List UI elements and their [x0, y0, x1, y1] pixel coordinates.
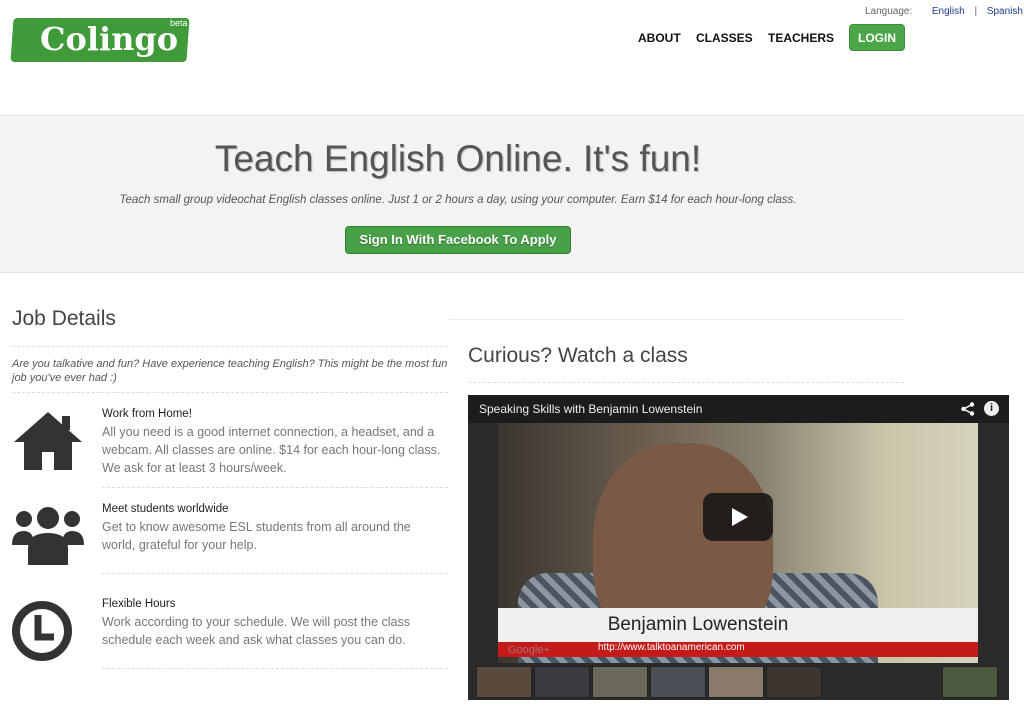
nav-classes-link[interactable]: CLASSES [696, 31, 753, 45]
divider [12, 346, 448, 347]
hero-banner: Teach English Online. It's fun! Teach sm… [0, 115, 1024, 273]
participant-thumbnail[interactable] [650, 666, 706, 698]
divider [449, 319, 904, 320]
site-header: Colingo beta Language: English | Spanish… [0, 0, 1024, 115]
login-button[interactable]: LOGIN [849, 24, 905, 51]
house-icon [14, 412, 82, 470]
participant-thumbnail[interactable] [592, 666, 648, 698]
google-watermark: Google+ [508, 644, 550, 656]
feature-text-home: All you need is a good internet connecti… [102, 425, 441, 475]
people-icon [12, 507, 84, 565]
feature-title-home: Work from Home! [102, 408, 192, 420]
participant-thumbnail[interactable] [534, 666, 590, 698]
info-icon[interactable]: i [984, 401, 999, 416]
share-icon[interactable] [961, 402, 975, 416]
nav-teachers-link[interactable]: TEACHERS [768, 31, 834, 45]
feature-text-hours: Work according to your schedule. We will… [102, 615, 411, 647]
colingo-logo[interactable]: Colingo beta [10, 14, 192, 64]
video-title[interactable]: Speaking Skills with Benjamin Lowenstein [479, 402, 702, 416]
hero-title: Teach English Online. It's fun! [214, 138, 702, 179]
participant-thumbnail[interactable] [942, 666, 998, 698]
feature-text-students: Get to know awesome ESL students from al… [102, 520, 411, 552]
participant-thumbnails [476, 666, 1001, 700]
divider [102, 668, 448, 669]
hero-subtitle: Teach small group videochat English clas… [119, 194, 797, 206]
facebook-apply-button[interactable]: Sign In With Facebook To Apply [345, 226, 571, 254]
language-spanish-link[interactable]: Spanish [987, 6, 1023, 17]
video-player[interactable]: Benjamin Lowenstein http://www.talktoana… [468, 395, 1009, 700]
divider [102, 573, 448, 574]
feature-title-students: Meet students worldwide [102, 503, 229, 515]
watch-class-title: Curious? Watch a class [468, 344, 688, 367]
beta-tag: beta [170, 18, 188, 28]
participant-thumbnail[interactable] [708, 666, 764, 698]
caption-name: Benjamin Lowenstein [607, 614, 789, 635]
play-icon[interactable] [703, 493, 773, 541]
job-details-title: Job Details [12, 307, 116, 330]
nav-about-link[interactable]: ABOUT [638, 31, 681, 45]
language-bar: Language: English | Spanish | [865, 6, 1024, 17]
language-separator: | [974, 6, 978, 17]
divider [468, 382, 904, 383]
clock-icon [12, 601, 72, 661]
language-label: Language: [865, 6, 913, 17]
participant-thumbnail[interactable] [476, 666, 532, 698]
language-english-link[interactable]: English [932, 6, 965, 17]
participant-thumbnail[interactable] [766, 666, 822, 698]
divider [12, 392, 448, 393]
feature-title-hours: Flexible Hours [102, 598, 176, 610]
job-intro-text: Are you talkative and fun? Have experien… [12, 358, 448, 384]
video-title-bar: Speaking Skills with Benjamin Lowenstein… [468, 395, 1009, 423]
divider [102, 487, 448, 488]
logo-text: Colingo [40, 20, 179, 58]
caption-url: http://www.talktoanamerican.com [598, 642, 745, 653]
